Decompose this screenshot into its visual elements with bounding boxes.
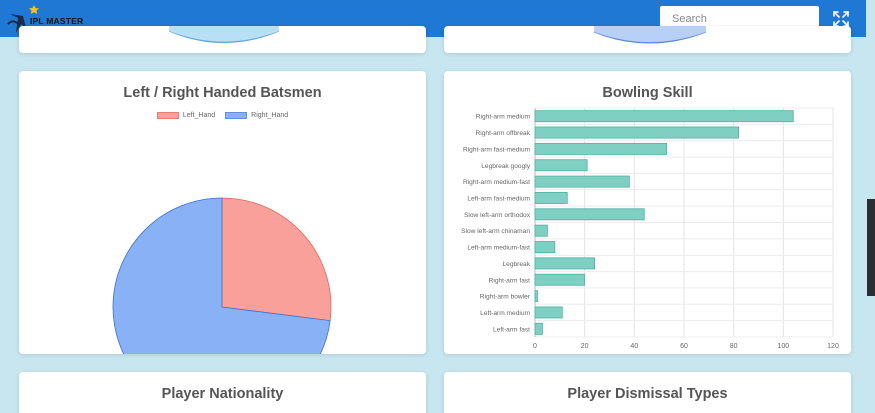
page-scrollbar-thumb[interactable]	[867, 199, 875, 296]
y-category-label: Legbreak	[503, 261, 531, 268]
bar-right-arm-fast-medium[interactable]	[534, 142, 668, 155]
batsmen-chart-card: Left / Right Handed Batsmen Left_Hand Ri…	[19, 71, 426, 354]
y-category-label: Left-arm fast-medium	[467, 195, 530, 202]
bar-left-arm-medium-fast[interactable]	[534, 241, 556, 253]
x-tick-label: 20	[581, 343, 589, 350]
y-category-label: Left-arm fast	[493, 326, 530, 333]
previous-pie-fragment	[168, 26, 280, 43]
previous-pie-fragment-right	[593, 26, 707, 44]
y-category-label: Right-arm bowler	[480, 294, 531, 301]
batsmen-pie-chart	[112, 197, 332, 354]
y-category-label: Slow left-arm orthodox	[464, 212, 531, 219]
bar-right-arm-medium[interactable]	[534, 110, 794, 123]
y-category-label: Right-arm medium	[476, 114, 531, 121]
y-category-label: Legbreak googly	[481, 163, 530, 170]
x-tick-label: 60	[680, 343, 688, 350]
y-category-label: Left-arm medium-fast	[467, 245, 530, 252]
bar-right-arm-fast[interactable]	[534, 273, 586, 286]
nationality-chart-card: Player Nationality	[19, 372, 426, 413]
previous-chart-card-left	[19, 26, 426, 53]
previous-chart-card-right	[444, 26, 851, 53]
nationality-chart-title: Player Nationality	[161, 386, 284, 402]
bar-left-arm-medium[interactable]	[534, 306, 563, 319]
pie-slice-left-hand[interactable]	[221, 197, 332, 322]
bar-slow-left-arm-chinaman[interactable]	[534, 224, 548, 237]
y-category-label: Right-arm medium-fast	[463, 179, 530, 186]
bar-legbreak[interactable]	[534, 257, 595, 270]
logo-text: IPL MASTER	[30, 16, 84, 26]
x-tick-label: 120	[827, 343, 839, 350]
bar-legbreak-googly[interactable]	[534, 159, 588, 172]
dismissal-chart-card: Player Dismissal Types	[444, 372, 851, 413]
bar-slow-left-arm-orthodox[interactable]	[534, 208, 645, 221]
x-tick-label: 0	[533, 343, 537, 350]
x-tick-label: 80	[730, 343, 738, 350]
y-category-label: Right-arm fast-medium	[463, 146, 531, 153]
bar-right-arm-bowler[interactable]	[534, 290, 538, 303]
bowling-bar-chart: 0 20 40 60 80 100 120 Right-arm medium Right-arm…	[461, 107, 839, 350]
y-category-label: Right-arm offbreak	[476, 130, 531, 137]
y-category-label: Slow left-arm chinaman	[461, 228, 530, 235]
bar-right-arm-medium-fast[interactable]	[534, 175, 630, 188]
dismissal-chart-title: Player Dismissal Types	[567, 386, 728, 402]
bar-left-arm-fast-medium[interactable]	[534, 192, 568, 204]
x-tick-label: 100	[777, 343, 789, 350]
bar-left-arm-fast[interactable]	[534, 322, 543, 335]
bowling-chart-card: Bowling Skill 0 20 40 60 80 100 120 Right-arm m…	[444, 71, 851, 354]
y-category-label: Left-arm medium	[480, 310, 530, 317]
y-category-label: Right-arm fast	[489, 277, 531, 284]
bar-right-arm-offbreak[interactable]	[534, 126, 740, 139]
x-tick-label: 40	[630, 343, 638, 350]
